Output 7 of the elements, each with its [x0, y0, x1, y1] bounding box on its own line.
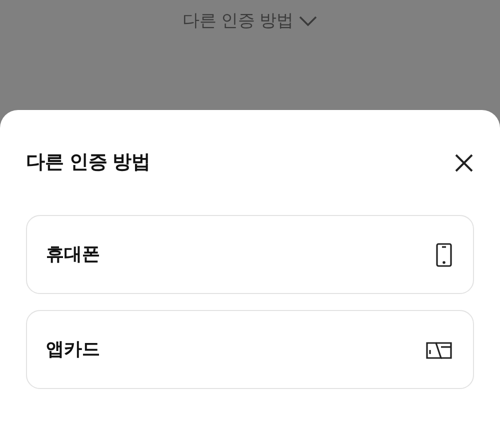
sheet-title: 다른 인증 방법 — [26, 150, 151, 175]
auth-option[interactable]: 휴대폰 — [26, 215, 474, 294]
phone-icon — [436, 242, 452, 266]
auth-option[interactable]: 앱카드 — [26, 310, 474, 389]
card-icon — [426, 340, 452, 358]
chevron-down-icon — [298, 15, 318, 27]
close-icon — [455, 154, 473, 172]
